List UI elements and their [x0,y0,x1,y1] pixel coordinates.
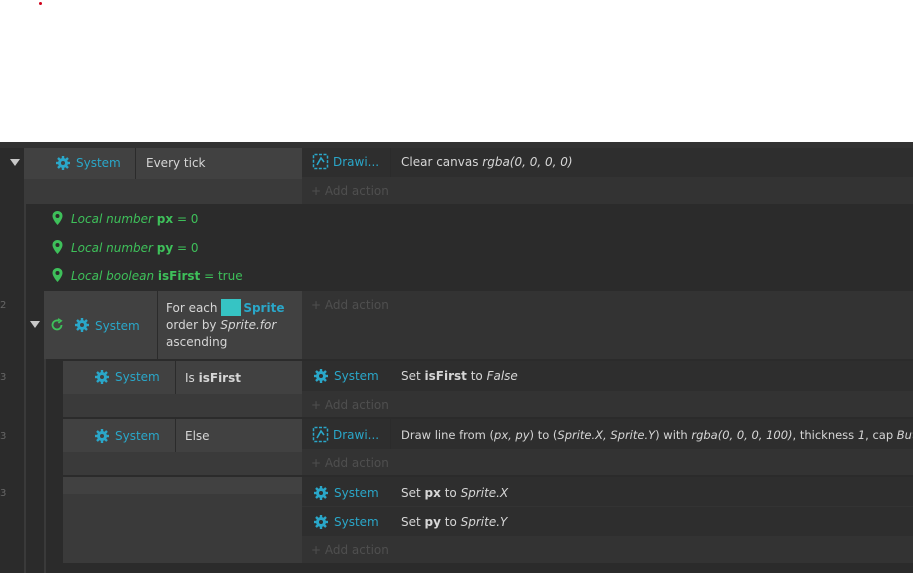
action-row-set-isfirst[interactable] [302,361,913,391]
add-action-link[interactable]: + Add action [311,398,389,412]
condition-separator [175,361,176,394]
action-text: Set isFirst to False [401,369,518,383]
loop-icon [50,318,64,335]
action-object-name: Drawi... [333,428,380,442]
add-action-link[interactable]: + Add action [311,456,389,470]
gear-icon [313,485,329,504]
actions-for-each[interactable] [302,291,913,359]
condition-separator [135,148,136,179]
action-text: Set py to Sprite.Y [401,515,508,529]
map-pin-icon [51,239,64,258]
action-row-clear-canvas[interactable] [302,148,913,177]
gear-icon [74,317,90,336]
action-object-name: System [334,486,379,500]
collapse-triangle-icon[interactable] [10,159,20,166]
collapse-triangle-icon[interactable] [30,321,40,328]
add-action-link[interactable]: + Add action [311,543,389,557]
condition-text: Every tick [146,156,206,170]
action-object-name: Drawi... [333,155,380,169]
map-pin-icon [51,210,64,229]
sprite-thumbnail-icon [221,299,242,316]
action-separator [390,148,391,177]
action-object-name: System [334,515,379,529]
gear-icon [94,369,110,388]
action-text: Clear canvas rgba(0, 0, 0, 0) [401,155,573,169]
line-number-fragment: 2 [0,300,7,311]
action-row-set-px[interactable] [302,477,913,506]
condition-object-name: System [115,429,160,443]
condition-object-name: System [76,156,121,170]
condition-separator [157,291,158,359]
blank-canvas-area [0,0,913,142]
drawing-canvas-icon [312,153,329,173]
condition-text: Else [185,429,210,443]
condition-row-empty[interactable] [63,477,302,494]
nesting-line [44,359,46,573]
for-each-condition-text: For each Sprite order by Sprite.for asce… [166,299,285,349]
add-action-link[interactable]: + Add action [311,184,389,198]
action-text: Draw line from (px, py) to (Sprite.X, Sp… [401,428,913,442]
condition-separator [175,419,176,452]
gear-icon [313,368,329,387]
condition-object-name: System [95,319,140,333]
action-separator [390,419,391,449]
action-row-set-py[interactable] [302,507,913,536]
line-number-fragment: 3 [0,431,7,442]
line-number-fragment: 3 [0,372,7,383]
action-text: Set px to Sprite.X [401,486,509,500]
local-variable-px[interactable]: Local number px = 0 [71,212,198,226]
red-dot-marker [39,2,42,5]
local-variable-isfirst[interactable]: Local boolean isFirst = true [71,269,243,283]
action-object-name: System [334,369,379,383]
condition-text: Is isFirst [185,371,241,385]
gear-icon [313,514,329,533]
event-gutter[interactable] [0,148,24,573]
gear-icon [55,155,71,174]
line-number-fragment: 3 [0,488,7,499]
drawing-canvas-icon [312,426,329,446]
map-pin-icon [51,267,64,286]
local-variable-py[interactable]: Local number py = 0 [71,241,199,255]
gear-icon [94,428,110,447]
nesting-line [24,204,26,573]
condition-object-name: System [115,370,160,384]
add-action-link[interactable]: + Add action [311,298,389,312]
